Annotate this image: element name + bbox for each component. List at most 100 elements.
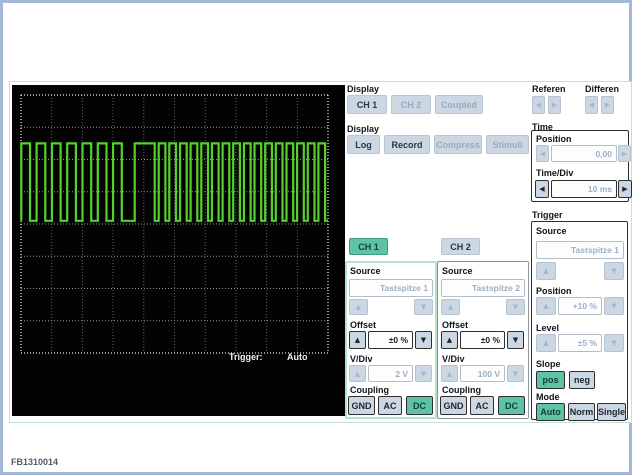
trigger-panel: Source Tastspitze 1 ▲ ▼ Position ▲ +10 %… [531,221,628,420]
arrow-right-icon: ▶ [552,101,557,109]
ch2-coupling-dc-button[interactable]: DC [498,396,525,415]
arrow-up-icon: ▲ [447,370,452,378]
slope-neg-button[interactable]: neg [569,371,595,389]
display-ch1-button[interactable]: CH 1 [347,95,387,114]
arrow-right-icon: ▶ [622,185,627,193]
trigger-position-down-button[interactable]: ▼ [604,297,624,315]
trigger-slope-label: Slope [536,359,561,369]
ch1-vdiv-value[interactable]: 2 V [368,365,413,382]
ch1-vdiv-label: V/Div [350,354,373,364]
arrow-left-icon: ◀ [536,101,541,109]
reference-label: Referen [532,84,566,94]
ch2-source-value[interactable]: Tastspitze 2 [441,279,525,297]
ch1-coupling-label: Coupling [350,385,389,395]
ch2-vdiv-up-button[interactable]: ▲ [441,365,458,382]
trigger-mode-label: Mode [536,392,560,402]
trigger-status-label: Trigger: [229,352,263,362]
trigger-source-label: Source [536,226,567,236]
arrow-up-icon: ▲ [543,267,548,275]
arrow-left-icon: ◀ [539,185,544,193]
ch1-offset-value[interactable]: ±0 % [368,331,413,349]
trigger-position-value[interactable]: +10 % [558,297,602,315]
timediv-value[interactable]: 10 ms [551,180,617,198]
slope-pos-button[interactable]: pos [536,371,565,389]
display-ch2-button[interactable]: CH 2 [391,95,431,114]
ch2-coupling-gnd-button[interactable]: GND [440,396,467,415]
reference-next-button[interactable]: ▶ [548,96,561,114]
trigger-status-value: Auto [287,352,308,362]
ch1-coupling-gnd-button[interactable]: GND [348,396,375,415]
ch1-vdiv-up-button[interactable]: ▲ [349,365,366,382]
ch2-vdiv-label: V/Div [442,354,465,364]
trigger-source-value[interactable]: Tastspitze 1 [536,241,624,259]
arrow-down-icon: ▼ [421,370,426,378]
display-log-button[interactable]: Log [347,135,380,154]
ch1-vdiv-down-button[interactable]: ▼ [415,365,432,382]
arrow-right-icon: ▶ [605,101,610,109]
ch1-coupling-ac-button[interactable]: AC [378,396,402,415]
trigger-level-up-button[interactable]: ▲ [536,334,556,352]
mode-single-button[interactable]: Single [597,403,626,421]
display-record-button[interactable]: Record [384,135,430,154]
difference-label: Differen [585,84,619,94]
ch1-offset-label: Offset [350,320,376,330]
timediv-decrement-button[interactable]: ◀ [535,180,549,198]
ch2-source-label: Source [442,266,473,276]
ch2-offset-value[interactable]: ±0 % [460,331,505,349]
ch2-tab[interactable]: CH 2 [441,238,480,255]
arrow-down-icon: ▼ [611,339,616,347]
time-position-decrement-button[interactable]: ◀ [536,145,549,162]
time-position-value[interactable]: 0,00 [551,145,617,162]
scope-display: Trigger: Auto [12,85,345,416]
ch2-vdiv-down-button[interactable]: ▼ [507,365,524,382]
reference-prev-button[interactable]: ◀ [532,96,545,114]
display-compress-button[interactable]: Compress [434,135,482,154]
ch2-offset-label: Offset [442,320,468,330]
arrow-up-icon: ▲ [356,303,361,311]
arrow-up-icon: ▲ [543,302,548,310]
arrow-down-icon: ▼ [421,303,426,311]
ch2-offset-up-button[interactable]: ▲ [441,331,458,349]
arrow-down-icon: ▼ [513,336,518,344]
arrow-left-icon: ◀ [540,150,545,158]
device-id-label: FB1310014 [11,457,58,467]
ch1-coupling-dc-button[interactable]: DC [406,396,433,415]
ch2-source-up-button[interactable]: ▲ [441,299,460,315]
ch1-offset-down-button[interactable]: ▼ [415,331,432,349]
arrow-left-icon: ◀ [589,101,594,109]
app-window: Trigger: Auto Display CH 1 CH 2 Coupled … [0,0,632,475]
arrow-down-icon: ▼ [611,267,616,275]
scope-grid-and-trace [12,85,345,416]
trigger-level-down-button[interactable]: ▼ [604,334,624,352]
time-position-label: Position [536,134,572,144]
arrow-down-icon: ▼ [421,336,426,344]
difference-prev-button[interactable]: ◀ [585,96,598,114]
ch2-offset-down-button[interactable]: ▼ [507,331,524,349]
ch1-source-down-button[interactable]: ▼ [414,299,433,315]
display-coupled-button[interactable]: Coupled [435,95,483,114]
mode-norm-button[interactable]: Norm [568,403,595,421]
trigger-level-label: Level [536,323,559,333]
time-position-increment-button[interactable]: ▶ [618,145,631,162]
ch1-source-value[interactable]: Tastspitze 1 [349,279,433,297]
ch1-tab[interactable]: CH 1 [349,238,388,255]
ch1-source-up-button[interactable]: ▲ [349,299,368,315]
timediv-increment-button[interactable]: ▶ [618,180,632,198]
arrow-up-icon: ▲ [543,339,548,347]
trigger-source-down-button[interactable]: ▼ [604,262,624,280]
ch2-vdiv-value[interactable]: 100 V [460,365,505,382]
trigger-position-label: Position [536,286,572,296]
trigger-source-up-button[interactable]: ▲ [536,262,556,280]
trigger-level-value[interactable]: ±5 % [558,334,602,352]
display-modes-label: Display [347,124,379,134]
mode-auto-button[interactable]: Auto [536,403,565,421]
ch1-source-label: Source [350,266,381,276]
ch2-coupling-ac-button[interactable]: AC [470,396,494,415]
difference-next-button[interactable]: ▶ [601,96,614,114]
trigger-position-up-button[interactable]: ▲ [536,297,556,315]
ch1-offset-up-button[interactable]: ▲ [349,331,366,349]
ch2-coupling-label: Coupling [442,385,481,395]
ch2-source-down-button[interactable]: ▼ [506,299,525,315]
display-stimuli-button[interactable]: Stimuli [486,135,529,154]
arrow-down-icon: ▼ [611,302,616,310]
